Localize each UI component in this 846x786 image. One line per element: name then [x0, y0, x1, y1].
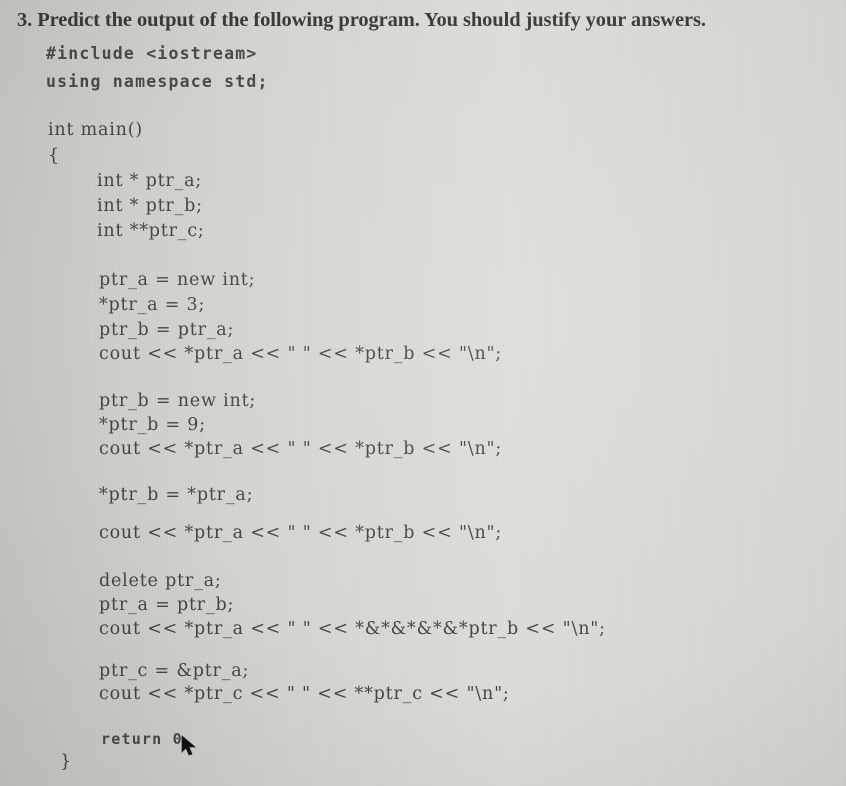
code-line-copy-value: *ptr_b = *ptr_a; [99, 485, 254, 505]
code-line-assign-a: *ptr_a = 3; [99, 295, 206, 315]
code-line-b-eq-a: ptr_b = ptr_a; [99, 320, 235, 340]
code-line-assign-b: *ptr_b = 9; [99, 415, 206, 435]
code-line-include: #include <iostream> [46, 44, 258, 63]
code-line-cout-1: cout << *ptr_a << " " << *ptr_b << "\n"; [99, 344, 503, 364]
code-line-new-b: ptr_b = new int; [99, 391, 257, 411]
code-line-open-brace: { [48, 146, 60, 166]
code-line-new-a: ptr_a = new int; [99, 270, 256, 290]
code-line-close-brace: } [60, 752, 72, 772]
code-line-return: return 0 [101, 730, 183, 748]
code-line-decl-b: int * ptr_b; [97, 196, 203, 216]
code-line-cout-5: cout << *ptr_c << " " << **ptr_c << "\n"… [99, 684, 510, 704]
code-line-main: int main() [48, 120, 144, 140]
code-line-decl-a: int * ptr_a; [97, 171, 203, 191]
code-line-cout-2: cout << *ptr_a << " " << *ptr_b << "\n"; [99, 439, 503, 459]
code-line-using: using namespace std; [46, 72, 269, 91]
mouse-pointer-icon [181, 735, 197, 756]
code-line-decl-c: int **ptr_c; [97, 221, 205, 241]
code-line-delete-a: delete ptr_a; [99, 571, 222, 591]
question-prompt: 3. Predict the output of the following p… [17, 9, 706, 31]
code-line-cout-3: cout << *ptr_a << " " << *ptr_b << "\n"; [99, 523, 503, 543]
code-line-c-eq-addr-a: ptr_c = &ptr_a; [99, 661, 250, 681]
code-line-cout-4: cout << *ptr_a << " " << *&*&*&*&*ptr_b … [99, 619, 606, 639]
code-line-a-eq-b: ptr_a = ptr_b; [99, 595, 235, 615]
